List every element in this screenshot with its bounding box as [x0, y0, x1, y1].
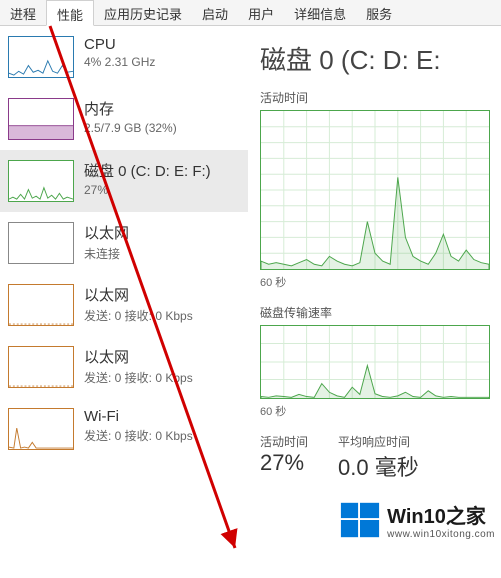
tab-app-history[interactable]: 应用历史记录 [94, 0, 192, 25]
ethernet2-title: 以太网 [84, 284, 193, 305]
disk-thumb-chart [8, 160, 74, 202]
sidebar-item-ethernet-3[interactable]: 以太网 发送: 0 接收: 0 Kbps [0, 336, 248, 398]
ethernet2-thumb-chart [8, 284, 74, 326]
transfer-chart [260, 325, 490, 399]
tab-processes[interactable]: 进程 [0, 0, 46, 25]
disk-sub: 27% [84, 183, 211, 197]
detail-panel: 磁盘 0 (C: D: E: 活动时间 60 秒 磁盘传输速率 60 秒 [248, 26, 501, 573]
activity-chart [260, 110, 490, 270]
tab-bar: 进程 性能 应用历史记录 启动 用户 详细信息 服务 [0, 0, 501, 26]
sidebar-item-wifi[interactable]: Wi-Fi 发送: 0 接收: 0 Kbps [0, 398, 248, 460]
stat-activity-value: 27% [260, 450, 308, 476]
stat-activity-label: 活动时间 [260, 433, 308, 450]
activity-axis: 60 秒 [260, 274, 501, 290]
tab-services[interactable]: 服务 [356, 0, 402, 25]
stats-row: 活动时间 27% 平均响应时间 0.0 毫秒 [260, 433, 501, 482]
transfer-chart-label: 磁盘传输速率 [260, 304, 501, 321]
disk-title: 磁盘 0 (C: D: E: F:) [84, 160, 211, 181]
sidebar-item-ethernet-2[interactable]: 以太网 发送: 0 接收: 0 Kbps [0, 274, 248, 336]
detail-title: 磁盘 0 (C: D: E: [260, 40, 501, 77]
watermark-title: Win10之家 [387, 500, 495, 529]
ethernet3-sub: 发送: 0 接收: 0 Kbps [84, 369, 193, 386]
ethernet3-title: 以太网 [84, 346, 193, 367]
memory-thumb-chart [8, 98, 74, 140]
ethernet3-thumb-chart [8, 346, 74, 388]
wifi-title: Wi-Fi [84, 408, 193, 425]
sidebar-item-disk[interactable]: 磁盘 0 (C: D: E: F:) 27% [0, 150, 248, 212]
cpu-thumb-chart [8, 36, 74, 78]
wifi-thumb-chart [8, 408, 74, 450]
windows-logo-icon [339, 499, 381, 541]
cpu-sub: 4% 2.31 GHz [84, 55, 155, 69]
memory-sub: 2.5/7.9 GB (32%) [84, 121, 177, 135]
ethernet2-sub: 发送: 0 接收: 0 Kbps [84, 307, 193, 324]
watermark: Win10之家 www.win10xitong.com [339, 499, 495, 541]
stat-response-value: 0.0 毫秒 [338, 450, 419, 482]
stat-response-label: 平均响应时间 [338, 433, 419, 450]
watermark-sub: www.win10xitong.com [387, 529, 495, 540]
ethernet1-sub: 未连接 [84, 245, 129, 262]
ethernet1-thumb-chart [8, 222, 74, 264]
tab-details[interactable]: 详细信息 [284, 0, 356, 25]
wifi-sub: 发送: 0 接收: 0 Kbps [84, 427, 193, 444]
memory-title: 内存 [84, 98, 177, 119]
sidebar: CPU 4% 2.31 GHz 内存 2.5/7.9 GB (32%) 磁盘 0… [0, 26, 248, 573]
tab-startup[interactable]: 启动 [192, 0, 238, 25]
tab-performance[interactable]: 性能 [46, 0, 94, 26]
cpu-title: CPU [84, 36, 155, 53]
sidebar-item-cpu[interactable]: CPU 4% 2.31 GHz [0, 26, 248, 88]
sidebar-item-memory[interactable]: 内存 2.5/7.9 GB (32%) [0, 88, 248, 150]
transfer-axis: 60 秒 [260, 403, 501, 419]
activity-chart-label: 活动时间 [260, 89, 501, 106]
main-area: CPU 4% 2.31 GHz 内存 2.5/7.9 GB (32%) 磁盘 0… [0, 26, 501, 573]
ethernet1-title: 以太网 [84, 222, 129, 243]
sidebar-item-ethernet-1[interactable]: 以太网 未连接 [0, 212, 248, 274]
tab-users[interactable]: 用户 [238, 0, 284, 25]
